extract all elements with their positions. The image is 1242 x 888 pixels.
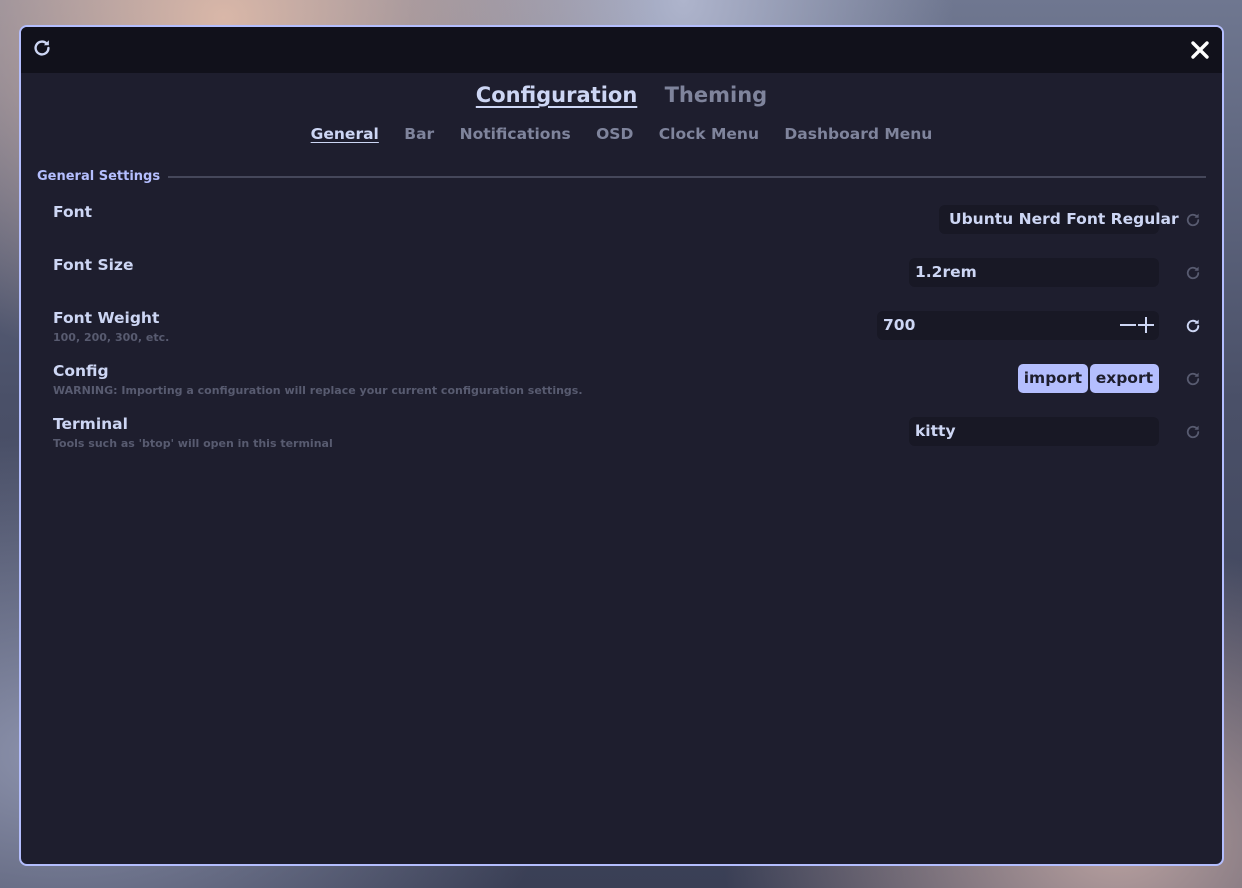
setting-row-font: Font Ubuntu Nerd Font Regular [53,203,1206,243]
tab-theming[interactable]: Theming [665,83,768,107]
setting-subtitle: 100, 200, 300, etc. [53,331,170,344]
reset-icon[interactable] [1184,211,1202,229]
subtab-general[interactable]: General [311,125,379,143]
reset-icon[interactable] [1184,317,1202,335]
terminal-input[interactable]: kitty [909,417,1159,446]
export-button[interactable]: export [1089,364,1159,393]
reset-icon[interactable] [1184,423,1202,441]
setting-title: Terminal [53,415,128,433]
sub-tabs: General Bar Notifications OSD Clock Menu… [21,125,1222,143]
subtab-clock-menu[interactable]: Clock Menu [659,125,759,143]
font-size-input[interactable]: 1.2rem [909,258,1159,287]
subtab-bar[interactable]: Bar [404,125,434,143]
section-header: General Settings [37,169,1206,184]
setting-title: Font Size [53,256,134,274]
settings-window: Configuration Theming General Bar Notifi… [19,25,1224,866]
section-divider [168,175,1206,178]
tab-configuration[interactable]: Configuration [476,83,637,107]
setting-subtitle: WARNING: Importing a configuration will … [53,384,583,397]
subtab-osd[interactable]: OSD [596,125,633,143]
plus-icon[interactable] [1138,317,1154,333]
close-icon[interactable] [1190,40,1210,60]
setting-title: Config [53,362,109,380]
import-button[interactable]: import [1017,364,1088,393]
font-weight-stepper[interactable]: 700 [877,311,1159,340]
setting-row-font-size: Font Size 1.2rem [53,256,1206,296]
refresh-icon[interactable] [31,37,53,59]
font-weight-value[interactable]: 700 [883,316,915,334]
main-tabs: Configuration Theming [21,83,1222,107]
titlebar [21,27,1222,73]
setting-title: Font [53,203,93,221]
font-chooser-button[interactable]: Ubuntu Nerd Font Regular [939,205,1179,234]
section-title: General Settings [37,169,161,184]
minus-icon[interactable] [1120,317,1136,333]
reset-icon[interactable] [1184,264,1202,282]
setting-row-font-weight: Font Weight 100, 200, 300, etc. 700 [53,309,1206,349]
spin-controls [1120,317,1154,333]
setting-row-terminal: Terminal Tools such as 'btop' will open … [53,415,1206,455]
subtab-notifications[interactable]: Notifications [460,125,571,143]
setting-subtitle: Tools such as 'btop' will open in this t… [53,437,333,450]
setting-title: Font Weight [53,309,160,327]
reset-icon[interactable] [1184,370,1202,388]
setting-row-config: Config WARNING: Importing a configuratio… [53,362,1206,402]
subtab-dashboard-menu[interactable]: Dashboard Menu [784,125,932,143]
